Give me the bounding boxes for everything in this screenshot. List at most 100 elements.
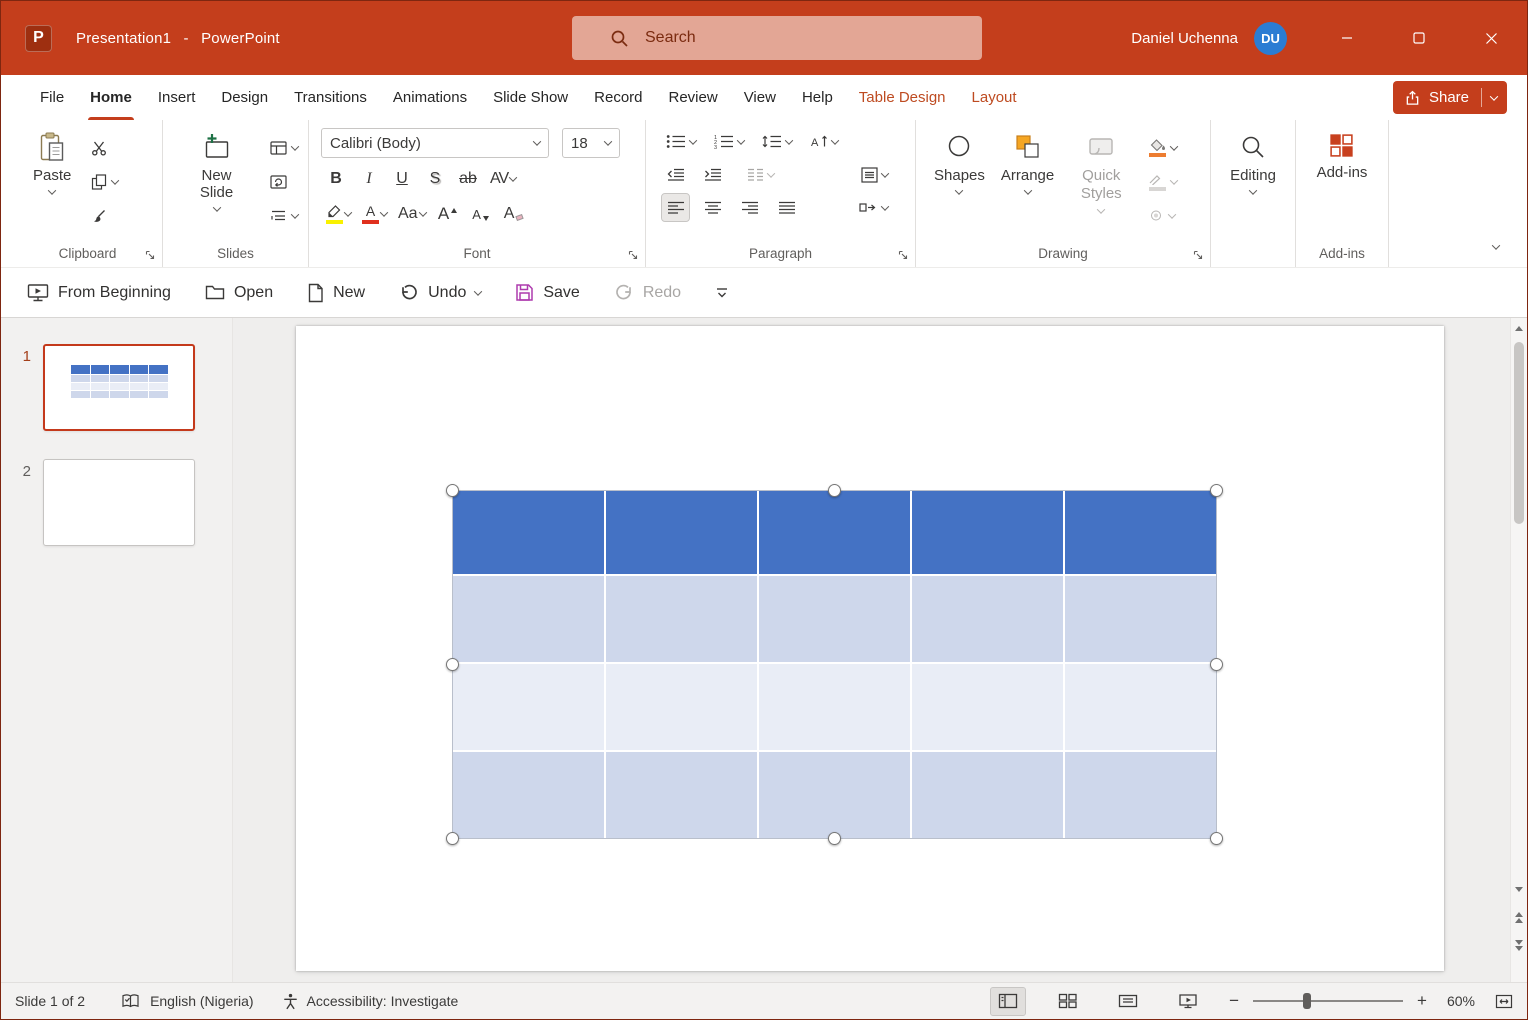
arrange-button[interactable]: Arrange: [993, 126, 1062, 229]
line-spacing-button[interactable]: [758, 128, 796, 155]
user-name[interactable]: Daniel Uchenna: [1131, 30, 1238, 47]
character-spacing-button[interactable]: AV: [486, 165, 520, 193]
table-resize-handle-bottom-left[interactable]: [446, 832, 459, 845]
editing-button[interactable]: Editing: [1222, 126, 1284, 195]
shape-fill-chevron-icon[interactable]: [1170, 142, 1178, 150]
new-button[interactable]: New: [307, 283, 365, 303]
addins-button[interactable]: Add-ins: [1309, 126, 1376, 181]
table-resize-handle-bottom-right[interactable]: [1210, 832, 1223, 845]
slide-1-thumbnail[interactable]: [43, 344, 195, 431]
font-size-select[interactable]: 18: [562, 128, 620, 158]
slide-layout-button[interactable]: [266, 134, 302, 161]
strikethrough-button[interactable]: ab: [453, 165, 483, 193]
slide-sorter-view-button[interactable]: [1051, 988, 1085, 1015]
zoom-out-button[interactable]: −: [1225, 991, 1243, 1011]
format-painter-button[interactable]: [87, 202, 122, 229]
share-button[interactable]: Share: [1393, 81, 1507, 114]
align-center-button[interactable]: [699, 194, 726, 221]
numbering-button[interactable]: 123: [710, 128, 748, 155]
customize-toolbar-button[interactable]: [715, 287, 729, 299]
add-remove-columns-button[interactable]: [742, 161, 778, 188]
tab-view[interactable]: View: [731, 75, 789, 120]
justify-button[interactable]: [773, 194, 800, 221]
shape-fill-button[interactable]: [1144, 134, 1181, 161]
new-slide-chevron-icon[interactable]: [212, 203, 220, 211]
shape-outline-button[interactable]: [1144, 168, 1181, 195]
table-resize-handle-top-right[interactable]: [1210, 484, 1223, 497]
zoom-in-button[interactable]: +: [1413, 991, 1431, 1011]
italic-button[interactable]: I: [354, 165, 384, 193]
vertical-scrollbar[interactable]: [1510, 318, 1527, 982]
shape-effects-chevron-icon[interactable]: [1168, 210, 1176, 218]
spelling-check-button[interactable]: [121, 993, 140, 1009]
change-case-chevron-icon[interactable]: [418, 208, 426, 216]
tab-review[interactable]: Review: [656, 75, 731, 120]
tab-table-design[interactable]: Table Design: [846, 75, 959, 120]
tab-home[interactable]: Home: [77, 75, 145, 120]
font-color-chevron-icon[interactable]: [380, 208, 388, 216]
scroll-down-button[interactable]: [1511, 881, 1527, 897]
tab-help[interactable]: Help: [789, 75, 846, 120]
section-button[interactable]: [266, 202, 302, 229]
new-slide-button[interactable]: New Slide: [175, 126, 258, 229]
change-case-button[interactable]: Aa: [394, 200, 430, 228]
bullets-chevron-icon[interactable]: [689, 136, 697, 144]
copy-button[interactable]: [87, 168, 122, 195]
table-resize-handle-top-middle[interactable]: [828, 484, 841, 497]
accessibility-checker-button[interactable]: Accessibility: Investigate: [282, 993, 459, 1010]
slide-layout-chevron-icon[interactable]: [291, 142, 299, 150]
section-chevron-icon[interactable]: [291, 210, 299, 218]
tab-layout[interactable]: Layout: [959, 75, 1030, 120]
slide-2-thumbnail[interactable]: [43, 459, 195, 546]
align-right-button[interactable]: [736, 194, 763, 221]
font-name-chevron-icon[interactable]: [533, 137, 541, 145]
tab-design[interactable]: Design: [208, 75, 281, 120]
tab-file[interactable]: File: [27, 75, 77, 120]
reading-view-button[interactable]: [1111, 988, 1145, 1015]
quick-styles-button[interactable]: Quick Styles: [1062, 126, 1140, 229]
open-button[interactable]: Open: [205, 284, 273, 302]
numbering-chevron-icon[interactable]: [737, 136, 745, 144]
table-cell[interactable]: [1065, 752, 1216, 838]
zoom-level[interactable]: 60%: [1447, 993, 1475, 1009]
tab-insert[interactable]: Insert: [145, 75, 209, 120]
line-spacing-chevron-icon[interactable]: [785, 136, 793, 144]
table-cell[interactable]: [912, 752, 1065, 838]
scroll-up-button[interactable]: [1511, 320, 1527, 336]
save-button[interactable]: Save: [515, 283, 579, 302]
highlight-color-button[interactable]: [321, 200, 355, 228]
quick-styles-chevron-icon[interactable]: [1097, 205, 1105, 213]
table-cell[interactable]: [1065, 664, 1216, 750]
table-cell[interactable]: [453, 491, 606, 574]
table-cell[interactable]: [606, 576, 759, 662]
text-direction-button[interactable]: A: [806, 128, 842, 155]
shapes-button[interactable]: Shapes: [926, 126, 993, 229]
shapes-chevron-icon[interactable]: [955, 186, 963, 194]
tab-record[interactable]: Record: [581, 75, 655, 120]
editing-chevron-icon[interactable]: [1249, 186, 1257, 194]
scrollbar-thumb[interactable]: [1514, 342, 1524, 524]
paragraph-dialog-launcher[interactable]: [898, 250, 908, 260]
copy-chevron-icon[interactable]: [111, 176, 119, 184]
bullets-button[interactable]: [662, 128, 700, 155]
arrange-chevron-icon[interactable]: [1023, 186, 1031, 194]
tab-slide-show[interactable]: Slide Show: [480, 75, 581, 120]
align-left-button[interactable]: [662, 194, 689, 221]
convert-to-smartart-button[interactable]: [855, 194, 892, 221]
table-cell[interactable]: [912, 491, 1065, 574]
from-beginning-button[interactable]: From Beginning: [27, 283, 171, 303]
font-color-button[interactable]: A: [358, 200, 391, 228]
paste-chevron-icon[interactable]: [48, 186, 56, 194]
table-cell[interactable]: [759, 664, 912, 750]
paste-button[interactable]: Paste: [25, 126, 79, 229]
reset-slide-button[interactable]: [266, 168, 302, 195]
underline-button[interactable]: U: [387, 165, 417, 193]
slide-show-button[interactable]: [1171, 988, 1205, 1015]
table-cell[interactable]: [1065, 576, 1216, 662]
previous-slide-button[interactable]: [1511, 909, 1527, 925]
align-text-button[interactable]: [857, 161, 892, 188]
smartart-chevron-icon[interactable]: [881, 202, 889, 210]
highlight-chevron-icon[interactable]: [344, 208, 352, 216]
table-cell[interactable]: [606, 664, 759, 750]
table-cell[interactable]: [606, 752, 759, 838]
